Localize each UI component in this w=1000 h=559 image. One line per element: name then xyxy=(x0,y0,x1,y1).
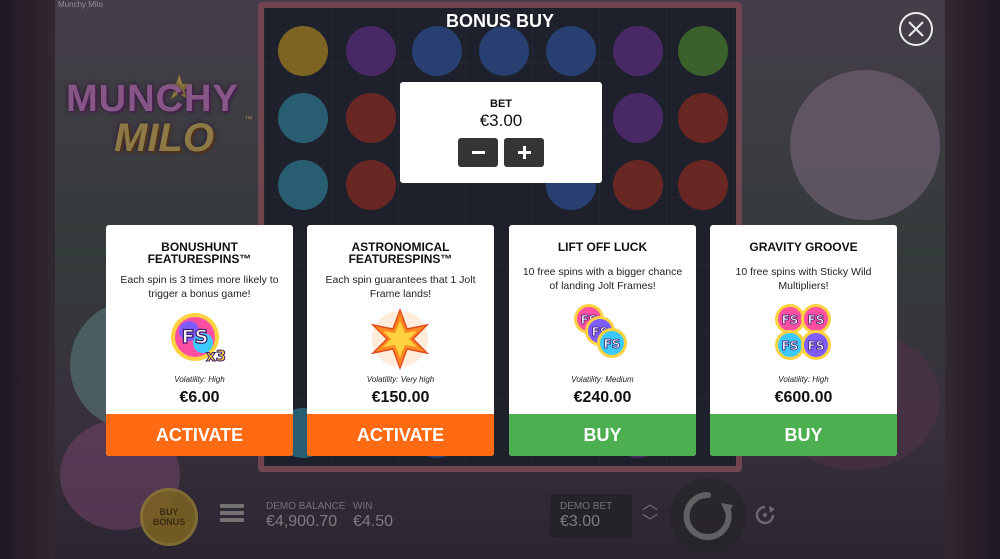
svg-text:x3: x3 xyxy=(206,347,226,365)
offer-price: €6.00 xyxy=(179,389,220,406)
offer-volatility: Volatility: Very high xyxy=(366,375,435,384)
offer-price: €150.00 xyxy=(371,389,430,406)
svg-text:FS: FS xyxy=(604,337,621,351)
offer-title: ASTRONOMICAL FEATURESPINS™ xyxy=(313,241,488,265)
activate-button[interactable]: ACTIVATE xyxy=(307,414,494,456)
offer-description: 10 free spins with a bigger chance of la… xyxy=(522,266,683,292)
offer-title-line1: LIFT OFF LUCK xyxy=(557,240,648,254)
close-icon xyxy=(908,21,924,37)
offer-price: €600.00 xyxy=(774,389,833,406)
offer-card-lift-off-luck: LIFT OFF LUCK 10 free spins with a bigge… xyxy=(509,225,696,456)
offer-card-astronomical: ASTRONOMICAL FEATURESPINS™ Each spin gua… xyxy=(307,225,494,456)
offer-description: 10 free spins with Sticky Wild Multiplie… xyxy=(735,266,872,292)
decrease-bet-button[interactable] xyxy=(458,138,498,167)
bet-amount: €3.00 xyxy=(479,111,523,130)
offer-card-bonushunt: BONUSHUNT FEATURESPINS™ Each spin is 3 t… xyxy=(106,225,293,456)
close-button[interactable] xyxy=(899,12,933,46)
offer-volatility: Volatility: Medium xyxy=(571,375,634,384)
offer-title: BONUSHUNT FEATURESPINS™ xyxy=(112,241,287,265)
increase-bet-button[interactable] xyxy=(504,138,544,167)
offer-price: €240.00 xyxy=(573,389,632,406)
svg-text:FS: FS xyxy=(808,339,825,353)
offer-volatility: Volatility: High xyxy=(174,375,225,384)
buy-button[interactable]: BUY xyxy=(509,414,696,456)
offer-title: LIFT OFF LUCK xyxy=(515,241,690,253)
offer-card-gravity-groove: GRAVITY GROOVE 10 free spins with Sticky… xyxy=(710,225,897,456)
offer-title-line2: FEATURESPINS™ xyxy=(348,252,453,266)
offer-volatility: Volatility: High xyxy=(778,375,829,384)
activate-button[interactable]: ACTIVATE xyxy=(106,414,293,456)
fs-x3-icon: FS x3 xyxy=(171,313,227,366)
bet-panel: BET €3.00 xyxy=(400,82,602,183)
bet-label: BET xyxy=(490,98,512,110)
plus-icon-vertical xyxy=(522,146,526,159)
svg-text:FS: FS xyxy=(182,326,209,348)
minus-icon xyxy=(471,151,485,154)
svg-text:FS: FS xyxy=(782,339,799,353)
bonus-buy-title: BONUS BUY xyxy=(445,11,554,31)
svg-text:FS: FS xyxy=(782,313,799,327)
svg-text:FS: FS xyxy=(808,313,825,327)
fs-stack-4-icon: FS FS FS FS xyxy=(775,304,831,360)
buy-button[interactable]: BUY xyxy=(710,414,897,456)
offer-title-line1: GRAVITY GROOVE xyxy=(749,240,858,254)
offer-description: Each spin guarantees that 1 Jolt Frame l… xyxy=(325,274,476,300)
jolt-star-icon xyxy=(370,307,430,371)
offer-description: Each spin is 3 times more likely to trig… xyxy=(120,274,279,300)
offer-title: GRAVITY GROOVE xyxy=(716,241,891,253)
offer-title-line2: FEATURESPINS™ xyxy=(147,252,252,266)
fs-stack-3-icon: FS FS FS xyxy=(574,304,627,358)
